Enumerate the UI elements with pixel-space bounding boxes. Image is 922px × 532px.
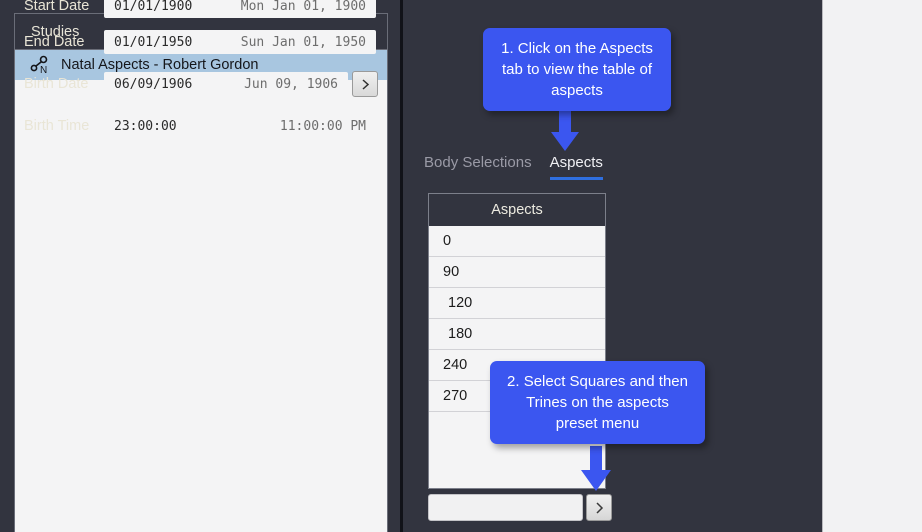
end-date-value: 01/01/1950 [114, 34, 193, 50]
aspects-table-header: Aspects [429, 194, 605, 226]
panel-tabs: Body Selections Aspects [424, 154, 603, 180]
birth-date-value: 06/09/1906 [114, 76, 193, 92]
end-date-formatted: Sun Jan 01, 1950 [240, 34, 366, 50]
aspects-table: Aspects 0 90 120 180 240 270 [428, 193, 606, 489]
table-row[interactable]: 90 [429, 257, 605, 288]
birth-time-value: 23:00:00 [114, 118, 177, 134]
callout-step-2: 2. Select Squares and then Trines on the… [490, 361, 705, 444]
birth-date-input[interactable]: 06/09/1906 Jun 09, 1906 [104, 72, 348, 96]
start-date-value: 01/01/1900 [114, 0, 193, 14]
birth-time-input[interactable]: 23:00:00 11:00:00 PM [104, 114, 376, 138]
birth-date-next-button[interactable] [352, 71, 378, 97]
chevron-right-icon [361, 78, 369, 90]
aspects-preset-input[interactable] [428, 494, 583, 521]
tab-body-selections[interactable]: Body Selections [424, 154, 532, 180]
end-date-input[interactable]: 01/01/1950 Sun Jan 01, 1950 [104, 30, 376, 54]
field-row-birth-date: Birth Date 06/09/1906 Jun 09, 1906 [0, 71, 419, 97]
aspects-preset-menu-button[interactable] [586, 494, 612, 521]
start-date-input[interactable]: 01/01/1900 Mon Jan 01, 1900 [104, 0, 376, 18]
table-row[interactable]: 0 [429, 226, 605, 257]
callout-1-arrow-icon [551, 110, 579, 151]
chevron-right-icon [595, 501, 603, 514]
field-row-end-date: End Date 01/01/1950 Sun Jan 01, 1950 [0, 29, 419, 55]
start-date-label: Start Date [24, 0, 90, 14]
right-filler [822, 0, 922, 532]
table-row[interactable]: 180 [429, 319, 605, 350]
aspects-preset-bar [428, 494, 612, 521]
end-date-label: End Date [24, 34, 85, 50]
callout-step-1: 1. Click on the Aspects tab to view the … [483, 28, 671, 111]
tab-aspects[interactable]: Aspects [549, 154, 603, 180]
birth-date-label: Birth Date [24, 76, 89, 92]
field-row-birth-time: Birth Time 23:00:00 11:00:00 PM [0, 113, 419, 139]
birth-time-label: Birth Time [24, 118, 90, 134]
birth-time-formatted: 11:00:00 PM [279, 118, 366, 134]
field-row-start-date: Start Date 01/01/1900 Mon Jan 01, 1900 [0, 0, 419, 19]
callout-2-arrow-icon [581, 446, 611, 491]
start-date-formatted: Mon Jan 01, 1900 [240, 0, 366, 14]
table-row[interactable]: 120 [429, 288, 605, 319]
application-window: Studies N Natal Aspects - Robert Gordon … [0, 0, 922, 532]
birth-date-formatted: Jun 09, 1906 [244, 76, 338, 92]
